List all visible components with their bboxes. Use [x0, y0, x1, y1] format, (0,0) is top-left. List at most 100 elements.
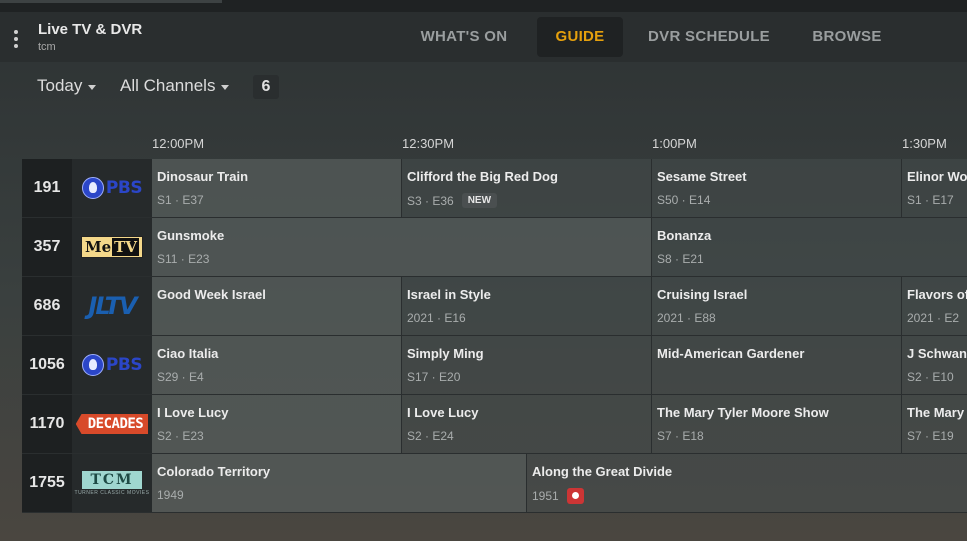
program-meta: 1951	[532, 489, 559, 503]
program-title: Along the Great Divide	[532, 464, 673, 479]
program-title: Simply Ming	[407, 346, 484, 361]
program-cell[interactable]: Mid-American Gardener	[652, 336, 902, 395]
program-title: Colorado Territory	[157, 464, 271, 479]
program-meta: 2021 · E2	[907, 311, 960, 325]
program-cell[interactable]: Bonanza S8 · E21	[652, 218, 967, 277]
header-bar: Live TV & DVR tcm WHAT'S ON GUIDE DVR SC…	[0, 12, 967, 62]
program-title: I Love Lucy	[407, 405, 479, 420]
program-meta: S29 · E4	[157, 370, 204, 384]
program-cell[interactable]: Elinor Wo S1 · E17	[902, 159, 967, 218]
tab-browse[interactable]: BROWSE	[797, 17, 897, 57]
more-menu-icon[interactable]	[13, 30, 19, 48]
channel-row: 357 Me TV Gunsmoke S11 · E23 Bonanza S8 ·…	[22, 218, 967, 277]
channel-row: 1056 PBS Ciao Italia S29 · E4 Simply Min…	[22, 336, 967, 395]
program-cell[interactable]: Good Week Israel	[152, 277, 402, 336]
channel-number: 1170	[22, 395, 72, 454]
channel-logo-metv[interactable]: Me TV	[72, 218, 152, 277]
program-meta: S2 · E10	[907, 370, 954, 384]
channel-count-badge: 6	[253, 75, 279, 99]
top-strip	[0, 0, 967, 12]
program-title: Clifford the Big Red Dog	[407, 169, 558, 184]
channel-row: 1755 TCM TURNER CLASSIC MOVIES Colorado T…	[22, 454, 967, 513]
pbs-head-icon	[81, 177, 104, 199]
channel-logo-tcm[interactable]: TCM TURNER CLASSIC MOVIES	[72, 454, 152, 513]
program-title: Mid-American Gardener	[657, 346, 805, 361]
filter-bar: Today All Channels 6	[0, 62, 967, 114]
day-dropdown-label: Today	[37, 76, 83, 95]
channel-number: 686	[22, 277, 72, 336]
day-dropdown[interactable]: Today	[37, 76, 97, 96]
caret-down-icon	[88, 84, 97, 90]
program-title: Israel in Style	[407, 287, 491, 302]
logo-text: TCM	[82, 470, 142, 489]
logo-text: PBS	[105, 355, 143, 375]
program-meta: S7 · E18	[657, 429, 704, 443]
channel-number: 191	[22, 159, 72, 218]
channels-dropdown-label: All Channels	[120, 76, 216, 95]
program-meta: S11 · E23	[157, 252, 210, 266]
program-cell[interactable]: The Mary S7 · E19	[902, 395, 967, 454]
program-meta: 1949	[157, 488, 184, 502]
program-cell[interactable]: I Love Lucy S2 · E23	[152, 395, 402, 454]
program-meta: S3 · E36	[407, 193, 454, 208]
program-cell[interactable]: Flavors of 2021 · E2	[902, 277, 967, 336]
channel-logo-decades[interactable]: DECADES	[72, 395, 152, 454]
channel-logo-pbs[interactable]: PBS	[72, 336, 152, 395]
program-title: Good Week Israel	[157, 287, 266, 302]
tab-whats-on[interactable]: WHAT'S ON	[404, 17, 524, 57]
program-title: J Schwank	[907, 346, 967, 361]
program-meta: S2 · E24	[407, 429, 454, 443]
program-meta: S17 · E20	[407, 370, 461, 384]
program-title: The Mary	[907, 405, 965, 420]
program-cell[interactable]: Sesame Street S50 · E14	[652, 159, 902, 218]
channels-dropdown[interactable]: All Channels	[120, 76, 230, 96]
guide-grid: 191 PBS Dinosaur Train S1 · E37 Clifford…	[22, 159, 967, 514]
program-meta: S1 · E17	[907, 193, 954, 207]
program-title: Cruising Israel	[657, 287, 748, 302]
program-cell[interactable]: The Mary Tyler Moore Show S7 · E18	[652, 395, 902, 454]
program-cell[interactable]: Colorado Territory 1949	[152, 454, 527, 513]
tab-dvr-schedule[interactable]: DVR SCHEDULE	[636, 17, 782, 57]
program-cell[interactable]: Cruising Israel 2021 · E88	[652, 277, 902, 336]
program-cell[interactable]: Gunsmoke S11 · E23	[152, 218, 652, 277]
program-cell[interactable]: Dinosaur Train S1 · E37	[152, 159, 402, 218]
channel-number: 1056	[22, 336, 72, 395]
logo-text: JLTV	[88, 292, 137, 320]
channel-logo-jltv[interactable]: JLTV	[72, 277, 152, 336]
program-title: Flavors of	[907, 287, 967, 302]
program-meta: 2021 · E16	[407, 311, 466, 325]
program-meta: S7 · E19	[907, 429, 954, 443]
logo-text: DECADES	[75, 414, 149, 434]
program-cell[interactable]: Simply Ming S17 · E20	[402, 336, 652, 395]
program-meta: S50 · E14	[657, 193, 711, 207]
time-label: 1:00PM	[652, 136, 697, 151]
time-label: 12:30PM	[402, 136, 455, 151]
channel-number: 357	[22, 218, 72, 277]
record-icon[interactable]	[566, 488, 584, 504]
tab-guide[interactable]: GUIDE	[537, 17, 623, 57]
program-cell[interactable]: Clifford the Big Red Dog S3 · E36 NEW	[402, 159, 652, 218]
program-title: Dinosaur Train	[157, 169, 249, 184]
channel-logo-pbs[interactable]: PBS	[72, 159, 152, 218]
program-cell[interactable]: Israel in Style 2021 · E16	[402, 277, 652, 336]
app-title: Live TV & DVR	[38, 21, 143, 38]
caret-down-icon	[221, 84, 230, 90]
program-meta: S8 · E21	[657, 252, 704, 266]
pbs-head-icon	[81, 354, 104, 376]
new-badge: NEW	[461, 193, 498, 208]
program-title: Ciao Italia	[157, 346, 219, 361]
channel-row: 1170 DECADES I Love Lucy S2 · E23 I Love…	[22, 395, 967, 454]
program-title: Elinor Wo	[907, 169, 967, 184]
program-cell[interactable]: Along the Great Divide 1951	[527, 454, 967, 513]
program-cell[interactable]: J Schwank S2 · E10	[902, 336, 967, 395]
program-cell[interactable]: Ciao Italia S29 · E4	[152, 336, 402, 395]
channel-row: 686 JLTV Good Week Israel Israel in Styl…	[22, 277, 967, 336]
time-label: 1:30PM	[902, 136, 947, 151]
time-label: 12:00PM	[152, 136, 205, 151]
program-title: Sesame Street	[657, 169, 747, 184]
channel-row: 191 PBS Dinosaur Train S1 · E37 Clifford…	[22, 159, 967, 218]
program-meta: S1 · E37	[157, 193, 204, 207]
program-title: I Love Lucy	[157, 405, 229, 420]
program-title: Bonanza	[657, 228, 712, 243]
program-cell[interactable]: I Love Lucy S2 · E24	[402, 395, 652, 454]
